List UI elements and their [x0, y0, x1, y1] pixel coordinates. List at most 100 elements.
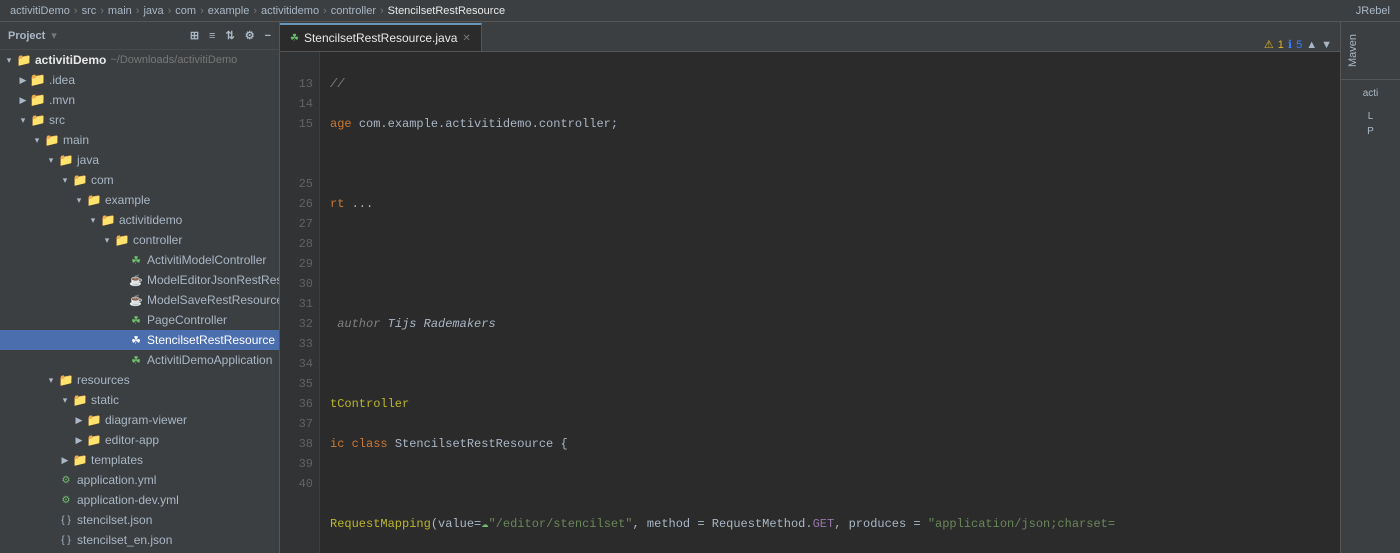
sidebar-btn-1[interactable]: ⊞ — [190, 29, 199, 42]
root-folder-icon: 📁 — [16, 52, 32, 68]
info-count: 5 — [1296, 39, 1302, 51]
dv-folder-icon: 📁 — [86, 412, 102, 428]
root-path: ~/Downloads/activitiDemo — [110, 54, 237, 66]
java-arrow: ▾ — [44, 153, 58, 167]
activitidemo-arrow: ▾ — [86, 213, 100, 227]
tree-static[interactable]: ▾ 📁 static — [0, 390, 279, 410]
templates-arrow: ▶ — [58, 453, 72, 467]
line-numbers: 13 14 15 25 26 27 28 29 30 31 32 33 34 3… — [280, 52, 320, 553]
com-folder-icon: 📁 — [72, 172, 88, 188]
templates-folder-icon: 📁 — [72, 452, 88, 468]
tree-application-dev-yml[interactable]: ▶ ⚙ application-dev.yml — [0, 490, 279, 510]
resources-label: resources — [77, 373, 130, 387]
resources-folder-icon: 📁 — [58, 372, 74, 388]
tree-main[interactable]: ▾ 📁 main — [0, 130, 279, 150]
rp-acti-label[interactable]: acti — [1343, 88, 1398, 99]
breadcrumb-main[interactable]: main — [108, 5, 132, 17]
example-label: example — [105, 193, 150, 207]
tree-controller[interactable]: ▾ 📁 controller — [0, 230, 279, 250]
code-container: ☘ StencilsetRestResource.java ✕ ⚠ 1 ℹ 5 … — [280, 22, 1340, 553]
root-label: activitiDemo — [35, 53, 106, 67]
tree-ModelEditorJsonRestResource[interactable]: ▶ ☕ ModelEditorJsonRestResource — [0, 270, 279, 290]
tab-icon: ☘ — [290, 33, 299, 44]
controller-folder-icon: 📁 — [114, 232, 130, 248]
sj-icon: { } — [58, 512, 74, 528]
code-editor[interactable]: 13 14 15 25 26 27 28 29 30 31 32 33 34 3… — [280, 52, 1340, 553]
breadcrumb-java[interactable]: java — [143, 5, 163, 17]
sej-label: stencilset_en.json — [77, 533, 172, 547]
tree-editor-app[interactable]: ▶ 📁 editor-app — [0, 430, 279, 450]
tree-application-yml[interactable]: ▶ ⚙ application.yml — [0, 470, 279, 490]
tree-java[interactable]: ▾ 📁 java — [0, 150, 279, 170]
tree-com[interactable]: ▾ 📁 com — [0, 170, 279, 190]
code-line-30: RequestMapping(value=☁"/editor/stencilse… — [330, 514, 1340, 534]
tree-example[interactable]: ▾ 📁 example — [0, 190, 279, 210]
rp-L-item[interactable]: L — [1368, 111, 1374, 122]
warning-count: 1 — [1278, 39, 1284, 51]
jrebel-label: JRebel — [1356, 5, 1390, 17]
tree-activitidemo[interactable]: ▾ 📁 activitidemo — [0, 210, 279, 230]
breadcrumb-activitidemo2[interactable]: activitidemo — [261, 5, 319, 17]
idea-folder-icon: 📁 — [30, 72, 46, 88]
sidebar-btn-4[interactable]: ⚙ — [245, 29, 255, 42]
code-line-24 — [330, 274, 1340, 294]
activitidemo-folder-icon: 📁 — [100, 212, 116, 228]
static-folder-icon: 📁 — [72, 392, 88, 408]
srr-label: StencilsetRestResource — [147, 333, 275, 347]
tree-resources[interactable]: ▾ 📁 resources — [0, 370, 279, 390]
mvn-folder-icon: 📁 — [30, 92, 46, 108]
tree-ActivitiModelController[interactable]: ▶ ☘ ActivitiModelController — [0, 250, 279, 270]
tree-PageController[interactable]: ▶ ☘ PageController — [0, 310, 279, 330]
idea-arrow: ▶ — [16, 73, 30, 87]
ea-arrow: ▶ — [72, 433, 86, 447]
tree-idea[interactable]: ▶ 📁 .idea — [0, 70, 279, 90]
breadcrumb-file[interactable]: StencilsetRestResource — [388, 5, 505, 17]
file-tab-stencilset[interactable]: ☘ StencilsetRestResource.java ✕ — [280, 23, 482, 51]
sidebar-btn-5[interactable]: − — [265, 30, 271, 42]
static-arrow: ▾ — [58, 393, 72, 407]
nav-up-btn[interactable]: ▲ — [1306, 39, 1317, 51]
main-folder-icon: 📁 — [44, 132, 60, 148]
code-line-26 — [330, 354, 1340, 374]
sidebar-btn-3[interactable]: ⇅ — [225, 29, 234, 42]
pc-icon: ☘ — [128, 312, 144, 328]
tree-mvn[interactable]: ▶ 📁 .mvn — [0, 90, 279, 110]
tab-close-btn[interactable]: ✕ — [462, 33, 470, 44]
code-line-25: author Tijs Rademakers — [330, 314, 1340, 334]
example-arrow: ▾ — [72, 193, 86, 207]
nav-down-btn[interactable]: ▼ — [1321, 39, 1332, 51]
breadcrumb-com[interactable]: com — [175, 5, 196, 17]
ay-label: application.yml — [77, 473, 156, 487]
code-text[interactable]: // age com.example.activitidemo.controll… — [320, 52, 1340, 553]
src-label: src — [49, 113, 65, 127]
rp-maven-label[interactable]: Maven — [1343, 26, 1398, 75]
tree-root[interactable]: ▾ 📁 activitiDemo ~/Downloads/activitiDem… — [0, 50, 279, 70]
pc-label: PageController — [147, 313, 227, 327]
tree-src[interactable]: ▾ 📁 src — [0, 110, 279, 130]
breadcrumb-controller[interactable]: controller — [331, 5, 376, 17]
example-folder-icon: 📁 — [86, 192, 102, 208]
mejrr-label: ModelEditorJsonRestResource — [147, 273, 279, 287]
breadcrumb-activitidemo[interactable]: activitiDemo — [10, 5, 70, 17]
breadcrumb-src[interactable]: src — [82, 5, 97, 17]
breadcrumb-example[interactable]: example — [208, 5, 250, 17]
java-label: java — [77, 153, 99, 167]
tree-StencilsetRestResource[interactable]: ▶ ☘ StencilsetRestResource — [0, 330, 279, 350]
com-label: com — [91, 173, 114, 187]
file-tabs: ☘ StencilsetRestResource.java ✕ ⚠ 1 ℹ 5 … — [280, 22, 1340, 52]
ada-label: ActivitiDemoApplication — [147, 353, 272, 367]
controller-arrow: ▾ — [100, 233, 114, 247]
rp-P-item[interactable]: P — [1367, 126, 1374, 137]
root-arrow: ▾ — [2, 53, 16, 67]
tree-ActivitiDemoApplication[interactable]: ▶ ☘ ActivitiDemoApplication — [0, 350, 279, 370]
tree-diagram-viewer[interactable]: ▶ 📁 diagram-viewer — [0, 410, 279, 430]
tree-templates[interactable]: ▶ 📁 templates — [0, 450, 279, 470]
tree-stencilset-json[interactable]: ▶ { } stencilset.json — [0, 510, 279, 530]
code-line-13: age com.example.activitidemo.controller; — [330, 114, 1340, 134]
static-label: static — [91, 393, 119, 407]
sj-label: stencilset.json — [77, 513, 152, 527]
sidebar-btn-2[interactable]: ≡ — [209, 30, 215, 42]
code-line-28: ic class StencilsetRestResource { — [330, 434, 1340, 454]
tree-ModelSaveRestResource[interactable]: ▶ ☕ ModelSaveRestResource.java — [0, 290, 279, 310]
tree-stencilset-en-json[interactable]: ▶ { } stencilset_en.json — [0, 530, 279, 550]
